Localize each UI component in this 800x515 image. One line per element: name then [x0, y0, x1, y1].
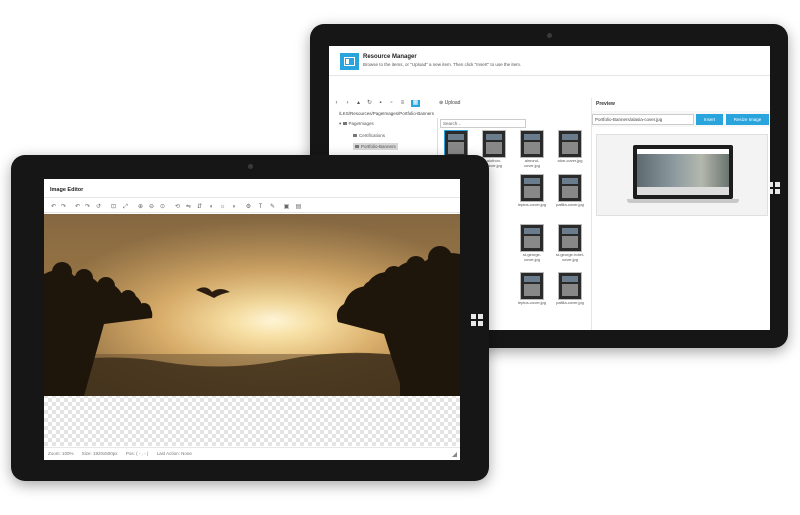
search-input[interactable]: Search...	[440, 119, 526, 128]
file-label: pafilia-cover.jpg	[556, 202, 584, 207]
file-thumbnail-image	[520, 224, 544, 252]
list-view-icon[interactable]: ≡	[399, 100, 406, 107]
folder-icon	[342, 122, 347, 125]
zoom-status: Zoom: 100%	[48, 451, 74, 456]
rm-toolbar: ‹ › ▴ ↻ ▪ ▫ ≡ ▦ ⊕ Upload	[329, 98, 591, 109]
ie-title: Image Editor	[50, 187, 84, 193]
file-thumbnail-image	[482, 130, 506, 158]
windows-logo-icon	[471, 314, 483, 326]
tablet-front: Image Editor ↶ ↷ ↶ ↷ ↺ ⊡ ⤢ ⊕ ⊖ ⊙ ⟲ ⇋ ⇵ ◐…	[11, 155, 489, 481]
resource-manager-icon	[340, 53, 359, 70]
laptop-mockup	[627, 145, 739, 205]
file-label: almond-cover.jpg	[523, 158, 540, 168]
zoom-fit-icon[interactable]: ⊙	[159, 204, 166, 211]
size-status: Size: 1920x500px	[81, 451, 118, 456]
status-bar: Zoom: 100% Size: 1920x500px Pos: ( - , -…	[44, 447, 460, 460]
redo-icon[interactable]: ↷	[60, 204, 67, 211]
rm-header: Resource Manager Browse to the items, or…	[329, 46, 770, 76]
tree-label: Certifications	[359, 133, 386, 138]
image-editor-window: Image Editor ↶ ↷ ↶ ↷ ↺ ⊡ ⤢ ⊕ ⊖ ⊙ ⟲ ⇋ ⇵ ◐…	[44, 179, 460, 460]
redo-all-icon[interactable]: ↷	[84, 204, 91, 211]
file-thumb[interactable]: st-george-cover.jpg	[517, 224, 547, 262]
file-thumbnail-image	[520, 272, 544, 300]
last-action-status: Last Action: None	[156, 451, 192, 456]
new-folder-icon[interactable]: ▪	[377, 100, 384, 107]
folder-up-icon[interactable]: ▴	[355, 100, 362, 107]
file-thumbnail-image	[558, 174, 582, 202]
insert-button[interactable]: Insert	[696, 114, 723, 125]
current-path: /LKS/Resources/PageImages/Portfolio-Bann…	[339, 111, 435, 116]
tree-label: PageImages	[348, 121, 374, 126]
resize-grip-icon[interactable]	[452, 452, 457, 457]
sunset-photo	[44, 214, 460, 396]
zoom-in-icon[interactable]: ⊕	[137, 204, 144, 211]
tree-item-portfolio-banners[interactable]: Portfolio-Banners	[353, 143, 398, 150]
tree-item-pageimages[interactable]: ▾ PageImages	[339, 121, 374, 127]
file-label: pafilia-cover.jpg	[556, 300, 584, 305]
grid-view-icon[interactable]: ▦	[411, 100, 420, 107]
preview-title: Preview	[596, 101, 615, 107]
editor-canvas[interactable]	[44, 214, 460, 446]
refresh-icon[interactable]: ↻	[366, 100, 373, 107]
file-thumb[interactable]: almond-cover.jpg	[517, 130, 547, 168]
preview-pane: Preview Portfolio-Banners/alasia-cover.j…	[591, 98, 770, 330]
text-icon[interactable]: T	[257, 204, 264, 211]
file-thumbnail-image	[444, 130, 468, 158]
back-icon[interactable]: ‹	[333, 100, 340, 107]
undo-all-icon[interactable]: ↶	[74, 204, 81, 211]
flip-horizontal-icon[interactable]: ⇋	[185, 204, 192, 211]
pencil-icon[interactable]: ✎	[269, 204, 276, 211]
ie-toolbar: ↶ ↷ ↶ ↷ ↺ ⊡ ⤢ ⊕ ⊖ ⊙ ⟲ ⇋ ⇵ ◐ ☼ ◑ ⚙ T ✎ ▣ …	[44, 201, 460, 213]
file-thumbnail-image	[558, 224, 582, 252]
file-label: st-george-cover.jpg	[522, 252, 542, 262]
camera	[547, 33, 552, 38]
rm-description: Browse to the items, or "Upload" a new i…	[363, 62, 522, 67]
folder-icon	[355, 145, 359, 148]
file-thumbnail-image	[520, 130, 544, 158]
upload-label: Upload	[444, 100, 461, 106]
settings-icon[interactable]: ⚙	[245, 204, 252, 211]
file-thumb[interactable]: pafilia-cover.jpg	[555, 272, 585, 306]
rotate-icon[interactable]: ⟲	[174, 204, 181, 211]
undo-icon[interactable]: ↶	[50, 204, 57, 211]
preview-image	[596, 134, 768, 216]
image-icon[interactable]: ▣	[283, 204, 290, 211]
file-thumb[interactable]: aloe-cover.jpg	[555, 130, 585, 164]
delete-icon[interactable]: ▫	[388, 100, 395, 107]
opacity-icon[interactable]: ◐	[208, 204, 215, 211]
file-path-input[interactable]: Portfolio-Banners/alasia-cover.jpg	[592, 114, 694, 125]
ie-titlebar: Image Editor	[44, 179, 460, 198]
tree-label: Portfolio-Banners	[361, 144, 396, 149]
preview-controls: Portfolio-Banners/alasia-cover.jpg Inser…	[592, 111, 770, 127]
file-label: aloe-cover.jpg	[557, 158, 583, 163]
rm-title: Resource Manager	[363, 54, 417, 60]
resize-image-button[interactable]: Resize Image	[726, 114, 769, 125]
camera	[248, 164, 253, 169]
file-label: leptos-cover.jpg	[517, 202, 546, 207]
reset-icon[interactable]: ↺	[95, 204, 102, 211]
resize-icon[interactable]: ⤢	[122, 204, 129, 211]
save-icon[interactable]: ▤	[295, 204, 302, 211]
brightness-icon[interactable]: ☼	[219, 204, 226, 211]
forward-icon[interactable]: ›	[344, 100, 351, 107]
zoom-out-icon[interactable]: ⊖	[148, 204, 155, 211]
file-thumb[interactable]: leptos-cover.jpg	[517, 174, 547, 208]
folder-icon	[353, 134, 357, 137]
flip-vertical-icon[interactable]: ⇵	[196, 204, 203, 211]
file-thumbnail-image	[520, 174, 544, 202]
file-label: st-george-hotel-cover.jpg	[555, 252, 585, 262]
upload-button[interactable]: ⊕ Upload	[439, 100, 460, 106]
file-thumbnail-image	[558, 272, 582, 300]
position-status: Pos: ( - , - )	[125, 451, 149, 456]
contrast-icon[interactable]: ◑	[230, 204, 237, 211]
file-thumbnail-image	[558, 130, 582, 158]
file-label: leptos-cover.jpg	[517, 300, 546, 305]
file-thumb[interactable]: pafilia-cover.jpg	[555, 174, 585, 208]
crop-icon[interactable]: ⊡	[110, 204, 117, 211]
tree-item-certifications[interactable]: Certifications	[353, 133, 385, 138]
file-thumb[interactable]: st-george-hotel-cover.jpg	[555, 224, 585, 262]
file-thumb[interactable]: leptos-cover.jpg	[517, 272, 547, 306]
